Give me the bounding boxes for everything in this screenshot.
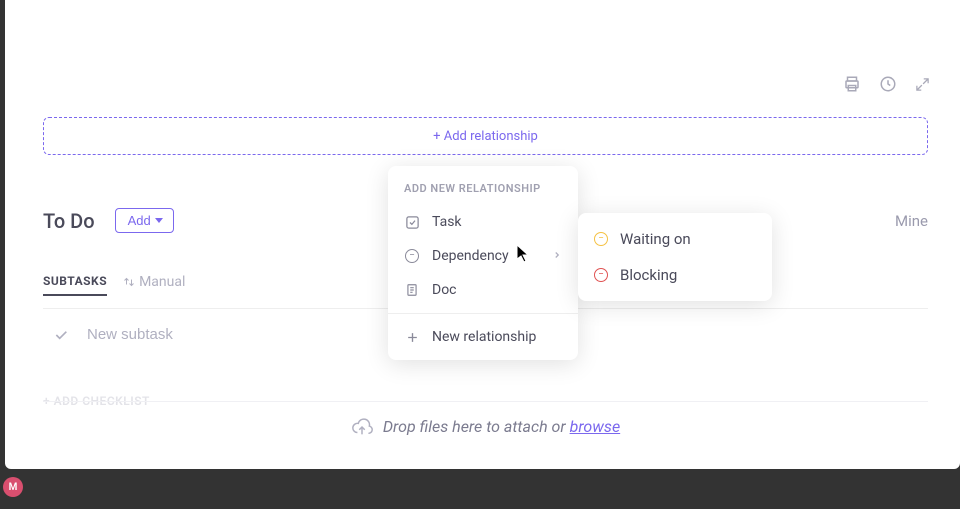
dependency-icon xyxy=(404,248,420,264)
menu-separator xyxy=(388,313,578,314)
menu-item-doc[interactable]: Doc xyxy=(388,273,578,307)
menu-item-label: Doc xyxy=(432,282,457,298)
submenu-item-label: Blocking xyxy=(620,266,677,284)
caret-down-icon xyxy=(155,218,163,223)
new-subtask-input[interactable] xyxy=(87,326,387,343)
manual-sort[interactable]: Manual xyxy=(123,274,185,296)
attachment-dropzone[interactable]: Drop files here to attach or browse xyxy=(43,401,928,451)
submenu-item-blocking[interactable]: Blocking xyxy=(578,257,772,293)
menu-item-label: Dependency xyxy=(432,248,509,264)
check-icon xyxy=(53,327,69,343)
status-title: To Do xyxy=(43,209,95,233)
sort-icon xyxy=(123,276,135,288)
menu-item-label: Task xyxy=(432,214,462,230)
add-button-label: Add xyxy=(128,213,151,228)
blocking-icon xyxy=(594,268,608,282)
menu-item-task[interactable]: Task xyxy=(388,205,578,239)
upload-cloud-icon xyxy=(351,416,373,438)
waiting-on-icon xyxy=(594,232,608,246)
expand-icon[interactable] xyxy=(915,77,930,92)
menu-item-dependency[interactable]: Dependency xyxy=(388,239,578,273)
submenu-item-waiting-on[interactable]: Waiting on xyxy=(578,221,772,257)
add-relationship-label: + Add relationship xyxy=(433,129,538,144)
browse-link[interactable]: browse xyxy=(570,417,621,436)
menu-header: ADD NEW RELATIONSHIP xyxy=(388,178,578,205)
new-subtask-row[interactable] xyxy=(53,326,387,343)
doc-icon xyxy=(404,282,420,298)
print-icon[interactable] xyxy=(843,75,861,93)
add-button[interactable]: Add xyxy=(115,208,174,233)
add-relationship-button[interactable]: + Add relationship xyxy=(43,117,928,155)
chevron-right-icon xyxy=(552,248,562,264)
history-icon[interactable] xyxy=(879,75,897,93)
avatar-initial: M xyxy=(9,482,18,493)
top-actions xyxy=(843,75,930,93)
task-check-icon xyxy=(404,214,420,230)
subtasks-tabs: SUBTASKS Manual xyxy=(43,274,185,296)
subtasks-tab[interactable]: SUBTASKS xyxy=(43,274,107,296)
mine-filter[interactable]: Mine xyxy=(895,212,928,230)
avatar[interactable]: M xyxy=(3,477,23,497)
menu-item-label: New relationship xyxy=(432,329,536,345)
relationship-menu: ADD NEW RELATIONSHIP Task Dependency Doc… xyxy=(388,166,578,360)
plus-icon xyxy=(404,329,420,345)
menu-item-new-relationship[interactable]: New relationship xyxy=(388,320,578,354)
dropzone-text: Drop files here to attach or xyxy=(383,417,570,436)
submenu-item-label: Waiting on xyxy=(620,230,691,248)
manual-label: Manual xyxy=(139,274,185,290)
dependency-submenu: Waiting on Blocking xyxy=(578,213,772,301)
